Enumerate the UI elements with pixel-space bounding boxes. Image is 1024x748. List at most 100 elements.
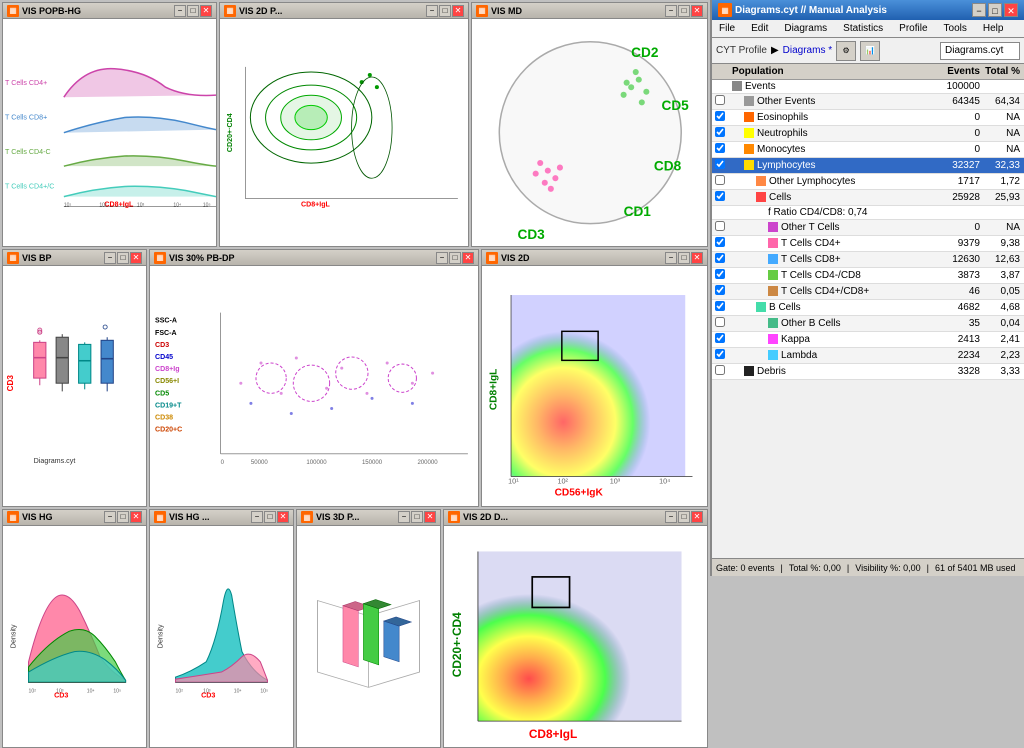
row-label-cell: Cells xyxy=(728,190,932,206)
breadcrumb-diagrams[interactable]: Diagrams * xyxy=(783,45,832,56)
row-label-cell: f Ratio CD4/CD8: 0,74 xyxy=(728,206,932,220)
svg-text:Density: Density xyxy=(9,624,17,648)
vis-max-btn-2dp[interactable]: □ xyxy=(439,5,451,17)
color-swatch xyxy=(768,334,778,344)
analysis-close-btn[interactable]: ✕ xyxy=(1004,3,1018,17)
toolbar-file-input[interactable] xyxy=(940,42,1020,60)
vis-icon-30pb-dp: ▦ xyxy=(154,252,166,264)
menu-help[interactable]: Help xyxy=(980,23,1007,34)
vis-min-btn-popb-hg[interactable]: − xyxy=(174,5,186,17)
row-events-cell: 2234 xyxy=(932,348,984,364)
vis-max-btn-30pb-dp[interactable]: □ xyxy=(449,252,461,264)
vis-min-btn-3dp[interactable]: − xyxy=(398,511,410,523)
vis-min-btn-30pb-dp[interactable]: − xyxy=(436,252,448,264)
vis-max-btn-2d[interactable]: □ xyxy=(678,252,690,264)
row-events-cell xyxy=(932,206,984,220)
menu-profile[interactable]: Profile xyxy=(896,23,930,34)
row-checkbox-cell[interactable] xyxy=(712,94,728,110)
svg-text:Density: Density xyxy=(156,624,164,648)
row-checkbox-cell[interactable] xyxy=(712,316,728,332)
row-checkbox-cell[interactable] xyxy=(712,110,728,126)
table-row: Lambda22342,23 xyxy=(712,348,1024,364)
row-checkbox-cell[interactable] xyxy=(712,252,728,268)
row-checkbox-cell[interactable] xyxy=(712,80,728,94)
vis-row-bot: ▦ VIS HG − □ ✕ Density xyxy=(2,509,708,748)
svg-text:10⁴: 10⁴ xyxy=(173,203,181,209)
row-checkbox-cell[interactable] xyxy=(712,332,728,348)
row-checkbox-cell[interactable] xyxy=(712,300,728,316)
vis-min-btn-md[interactable]: − xyxy=(665,5,677,17)
menu-diagrams[interactable]: Diagrams xyxy=(781,23,830,34)
menu-statistics[interactable]: Statistics xyxy=(840,23,886,34)
vis-close-btn-2dd[interactable]: ✕ xyxy=(691,511,703,523)
menu-edit[interactable]: Edit xyxy=(748,23,771,34)
vis-close-btn-md[interactable]: ✕ xyxy=(691,5,703,17)
table-row: Other Lymphocytes17171,72 xyxy=(712,174,1024,190)
row-checkbox-cell[interactable] xyxy=(712,284,728,300)
row-label-cell: Lymphocytes xyxy=(728,158,932,174)
status-bar: Gate: 0 events | Total %: 0,00 | Visibil… xyxy=(712,558,1024,576)
row-checkbox-cell[interactable] xyxy=(712,220,728,236)
row-label-text: Other Lymphocytes xyxy=(769,176,855,187)
vis-close-btn-3dp[interactable]: ✕ xyxy=(424,511,436,523)
vis-min-btn-bp[interactable]: − xyxy=(104,252,116,264)
vis-icon-3dp: ▦ xyxy=(301,511,313,523)
toolbar-icon-btn-1[interactable]: ⚙ xyxy=(836,41,856,61)
row-label-cell: Eosinophils xyxy=(728,110,932,126)
vis-max-btn-hg1[interactable]: □ xyxy=(117,511,129,523)
svg-text:10⁵: 10⁵ xyxy=(260,688,268,694)
vis-close-btn-popb-hg[interactable]: ✕ xyxy=(200,5,212,17)
vis-icon-2d: ▦ xyxy=(486,252,498,264)
vis-title-3dp: VIS 3D P... xyxy=(316,512,359,522)
vis-close-btn-bp[interactable]: ✕ xyxy=(130,252,142,264)
row-checkbox-cell[interactable] xyxy=(712,206,728,220)
svg-text:CD1: CD1 xyxy=(624,204,652,219)
menu-file[interactable]: File xyxy=(716,23,738,34)
toolbar-icon-btn-2[interactable]: 📊 xyxy=(860,41,880,61)
vis-close-btn-2d[interactable]: ✕ xyxy=(691,252,703,264)
row-label-cell: T Cells CD4+ xyxy=(728,236,932,252)
toolbar: CYT Profile ▶ Diagrams * ⚙ 📊 xyxy=(712,38,1024,64)
svg-text:T Cells CD4+/C: T Cells CD4+/C xyxy=(5,182,54,190)
vis-min-btn-2dp[interactable]: − xyxy=(426,5,438,17)
analysis-min-btn[interactable]: − xyxy=(972,3,986,17)
vis-close-btn-30pb-dp[interactable]: ✕ xyxy=(462,252,474,264)
row-checkbox-cell[interactable] xyxy=(712,364,728,380)
svg-text:CD20+·CD4: CD20+·CD4 xyxy=(226,113,234,152)
vis-title-2dd: VIS 2D D... xyxy=(463,512,508,522)
vis-max-btn-3dp[interactable]: □ xyxy=(411,511,423,523)
vis-max-btn-2dd[interactable]: □ xyxy=(678,511,690,523)
vis-min-btn-2dd[interactable]: − xyxy=(665,511,677,523)
row-checkbox-cell[interactable] xyxy=(712,190,728,206)
vis-window-hg2: ▦ VIS HG ... − □ ✕ Density xyxy=(149,509,294,748)
row-checkbox-cell[interactable] xyxy=(712,268,728,284)
menu-tools[interactable]: Tools xyxy=(941,23,970,34)
analysis-titlebar: ▦ Diagrams.cyt // Manual Analysis − □ ✕ xyxy=(712,0,1024,20)
row-checkbox-cell[interactable] xyxy=(712,236,728,252)
vis-max-btn-popb-hg[interactable]: □ xyxy=(187,5,199,17)
row-checkbox-cell[interactable] xyxy=(712,126,728,142)
vis-titlebar-popb-hg: ▦ VIS POPB-HG − □ ✕ xyxy=(3,3,216,19)
table-row: Cells2592825,93 xyxy=(712,190,1024,206)
vis-close-btn-hg2[interactable]: ✕ xyxy=(277,511,289,523)
analysis-max-btn[interactable]: □ xyxy=(988,3,1002,17)
vis-title-hg1: VIS HG xyxy=(22,512,53,522)
status-memory: 61 of 5401 MB used xyxy=(935,563,1016,573)
row-checkbox-cell[interactable] xyxy=(712,142,728,158)
svg-text:T Cells CD8+: T Cells CD8+ xyxy=(5,114,47,122)
vis-min-btn-hg1[interactable]: − xyxy=(104,511,116,523)
th-events: Events xyxy=(932,66,984,77)
row-checkbox-cell[interactable] xyxy=(712,174,728,190)
row-total-cell: 4,68 xyxy=(984,300,1024,316)
row-checkbox-cell[interactable] xyxy=(712,158,728,174)
vis-max-btn-bp[interactable]: □ xyxy=(117,252,129,264)
vis-max-btn-hg2[interactable]: □ xyxy=(264,511,276,523)
row-label-text: T Cells CD4+ xyxy=(781,238,841,249)
vis-min-btn-hg2[interactable]: − xyxy=(251,511,263,523)
vis-close-btn-hg1[interactable]: ✕ xyxy=(130,511,142,523)
row-checkbox-cell[interactable] xyxy=(712,348,728,364)
vis-min-btn-2d[interactable]: − xyxy=(665,252,677,264)
vis-max-btn-md[interactable]: □ xyxy=(678,5,690,17)
table-row: T Cells CD4-/CD838733,87 xyxy=(712,268,1024,284)
vis-close-btn-2dp[interactable]: ✕ xyxy=(452,5,464,17)
